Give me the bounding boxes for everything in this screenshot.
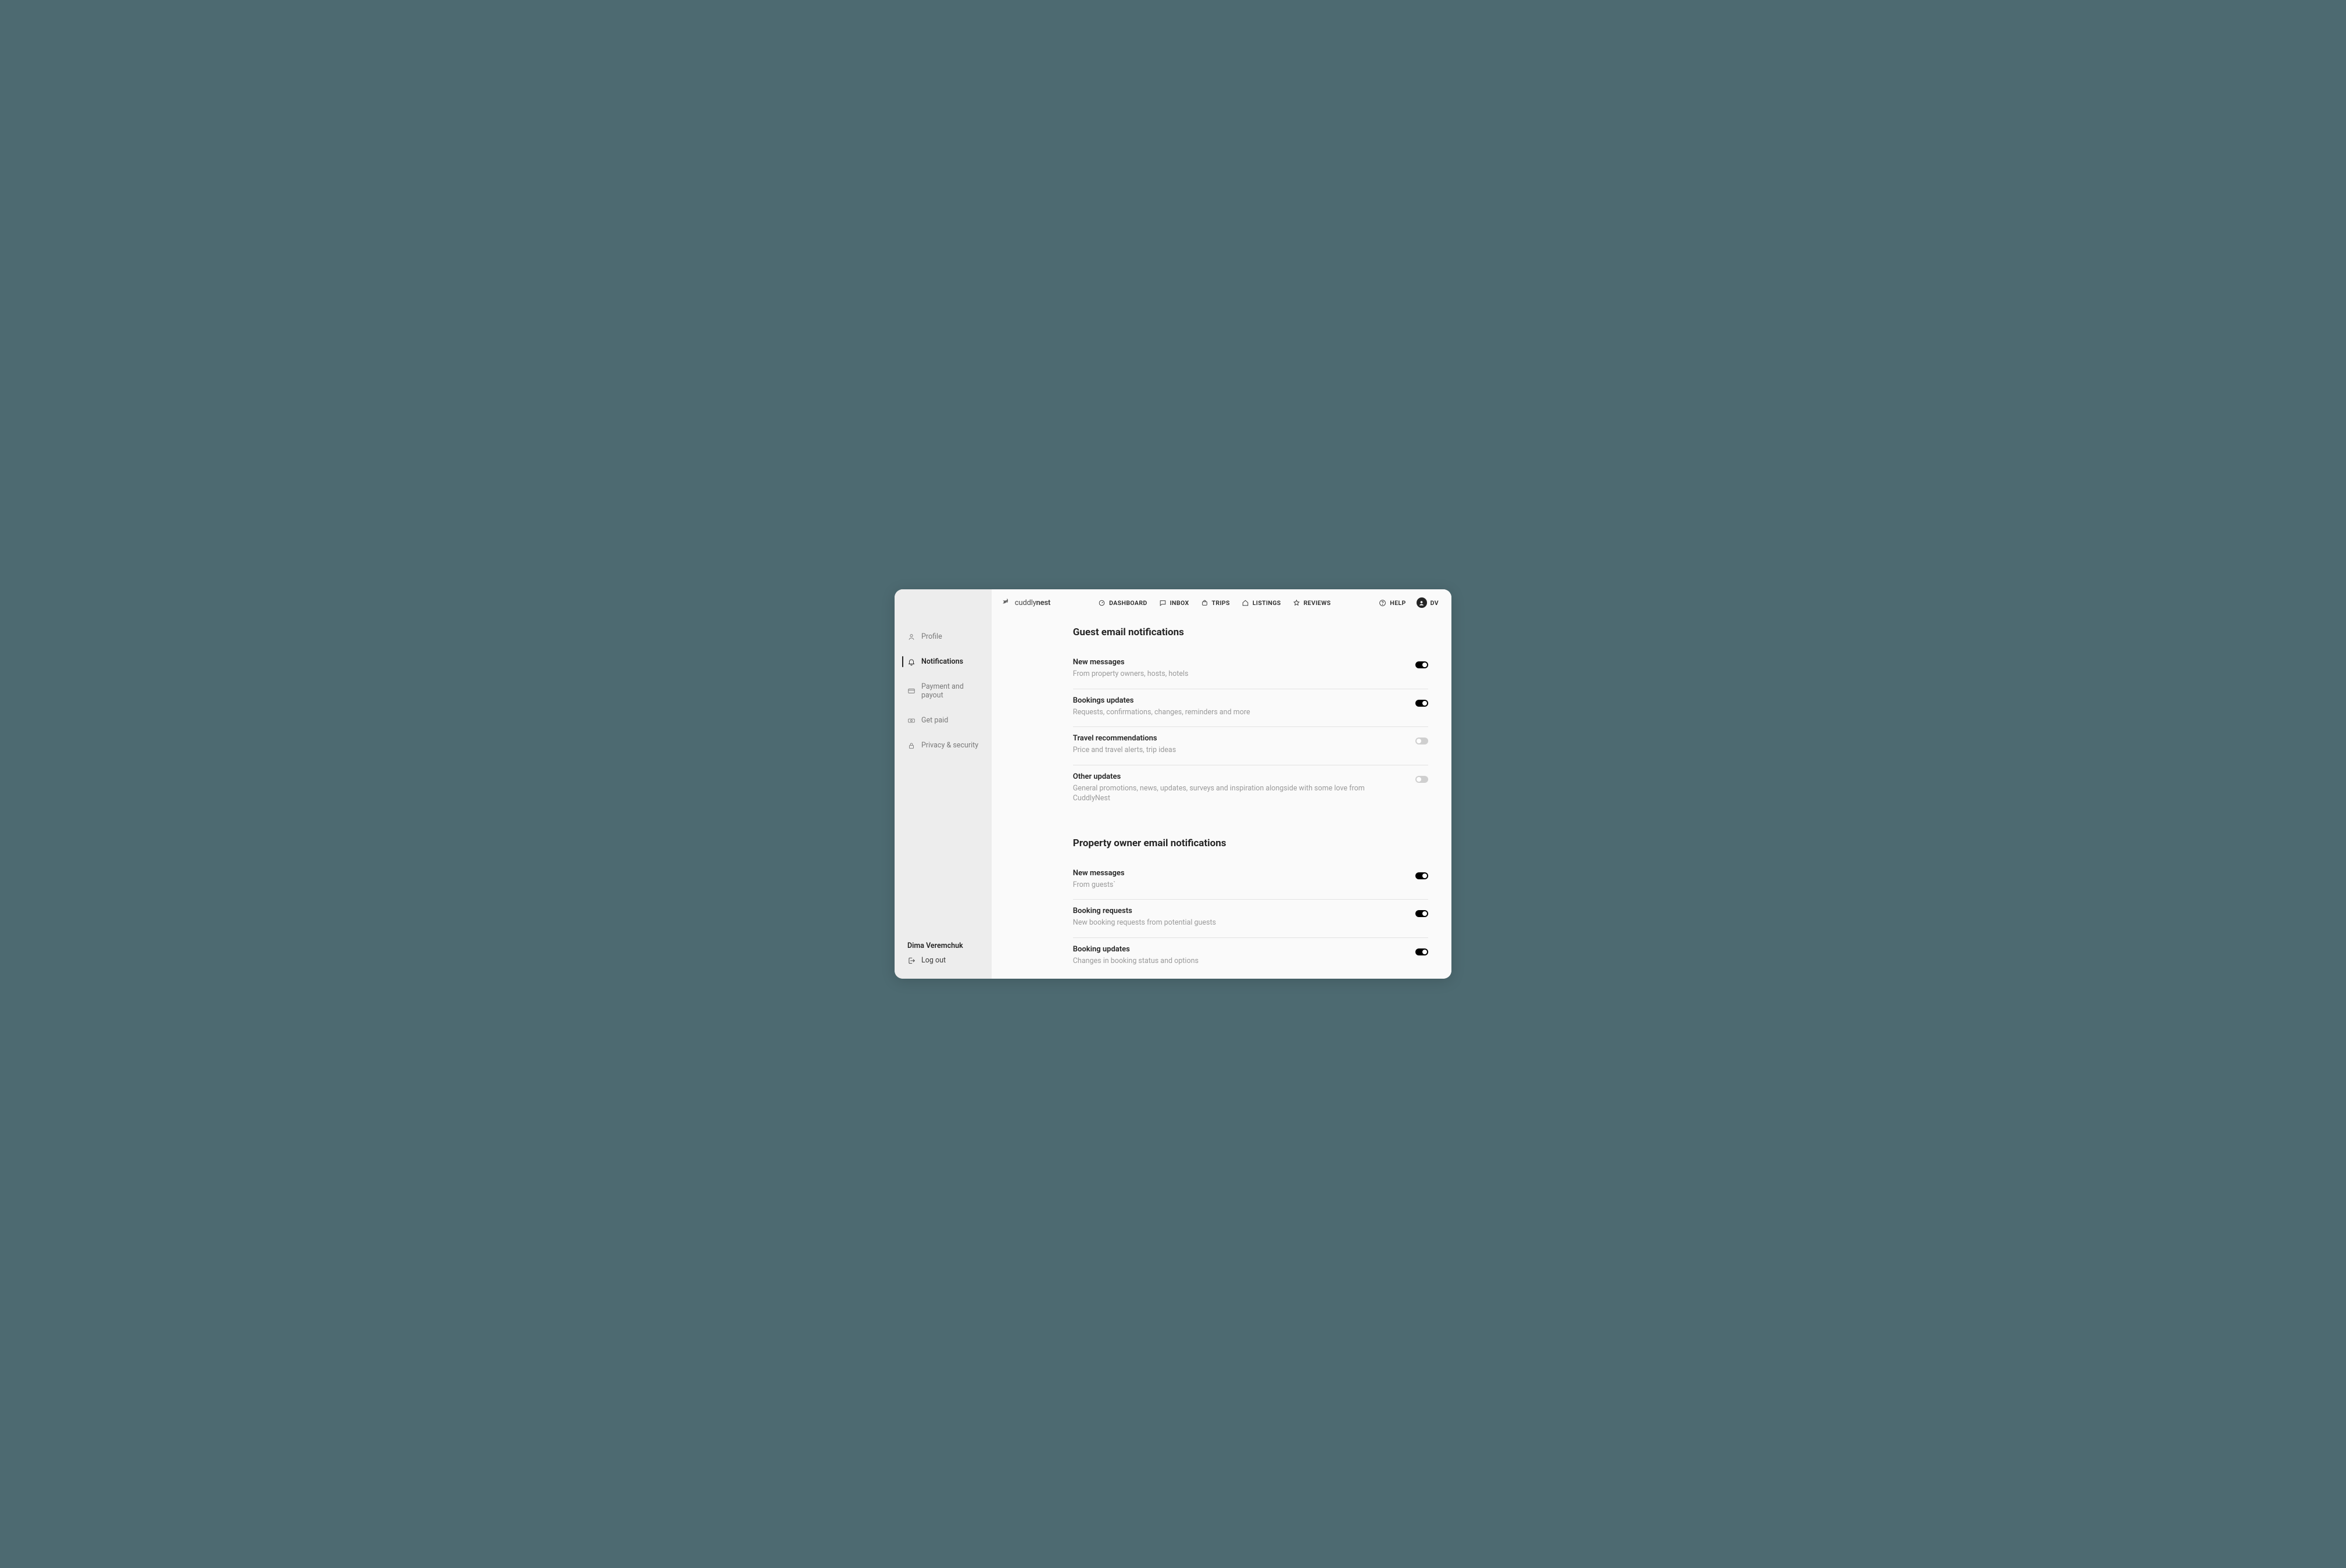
logout-button[interactable]: Log out [907,956,986,965]
sidebar-item-label: Notifications [921,657,963,666]
setting-desc: From property owners, hosts, hotels [1073,669,1392,679]
sidebar-item-payment[interactable]: Payment and payout [895,678,992,704]
suitcase-icon [1201,599,1208,607]
setting-desc: Price and travel alerts, trip ideas [1073,745,1392,756]
guest-section-title: Guest email notifications [1073,627,1428,638]
setting-desc: Changes in booking status and options [1073,956,1392,966]
topnav: DASHBOARD INBOX TRIPS LISTINGS REVIEWS [1098,599,1331,607]
topnav-label: DASHBOARD [1109,599,1147,607]
toggle-guest-bookings-updates[interactable] [1415,700,1428,707]
sidebar-item-label: Privacy & security [921,741,978,750]
setting-title: Booking updates [1073,945,1392,954]
card-icon [907,687,915,695]
lock-icon [907,742,915,750]
sidebar-item-privacy[interactable]: Privacy & security [895,736,992,754]
setting-desc: General promotions, news, updates, surve… [1073,783,1392,804]
setting-row-owner-new-messages: New messages From guests` [1073,862,1428,900]
toggle-guest-new-messages[interactable] [1415,661,1428,668]
setting-row-guest-bookings-updates: Bookings updates Requests, confirmations… [1073,689,1428,728]
toggle-guest-travel-recs[interactable] [1415,738,1428,744]
setting-title: Other updates [1073,772,1392,781]
sidebar-item-label: Get paid [921,716,948,725]
topnav-trips[interactable]: TRIPS [1201,599,1230,607]
topbar: cuddlynest DASHBOARD INBOX TRIPS LISTIN [992,589,1451,616]
owner-section-title: Property owner email notifications [1073,837,1428,849]
content: Guest email notifications New messages F… [992,616,1451,979]
chat-icon [1159,599,1167,607]
topnav-reviews[interactable]: REVIEWS [1293,599,1331,607]
topnav-help[interactable]: HELP [1379,599,1406,607]
star-icon [1293,599,1300,607]
home-icon [1242,599,1249,607]
brand-logo-icon [1001,597,1011,608]
setting-desc: Requests, confirmations, changes, remind… [1073,707,1392,718]
toggle-owner-booking-updates[interactable] [1415,948,1428,955]
setting-desc: From guests` [1073,880,1392,890]
topnav-inbox[interactable]: INBOX [1159,599,1189,607]
owner-settings-list: New messages From guests` Booking reques… [1073,862,1428,976]
help-icon [1379,599,1386,607]
user-menu[interactable]: DV [1417,597,1439,608]
topnav-label: REVIEWS [1304,599,1331,607]
sidebar-item-label: Profile [921,632,942,641]
setting-row-guest-new-messages: New messages From property owners, hosts… [1073,651,1428,689]
topnav-label: INBOX [1170,599,1189,607]
logout-icon [907,957,915,965]
brand[interactable]: cuddlynest [1001,597,1050,608]
sidebar-item-notifications[interactable]: Notifications [895,653,992,671]
topnav-label: TRIPS [1212,599,1230,607]
setting-desc: New booking requests from potential gues… [1073,918,1392,928]
brand-wordmark: cuddlynest [1015,599,1050,607]
main: cuddlynest DASHBOARD INBOX TRIPS LISTIN [992,589,1451,979]
topnav-label: LISTINGS [1253,599,1281,607]
setting-title: New messages [1073,658,1392,667]
toggle-owner-booking-requests[interactable] [1415,910,1428,917]
dashboard-icon [1098,599,1106,607]
setting-row-owner-booking-updates: Booking updates Changes in booking statu… [1073,938,1428,976]
setting-row-guest-other-updates: Other updates General promotions, news, … [1073,765,1428,813]
sidebar-nav: Profile Notifications Payment and payout [895,628,992,754]
topnav-listings[interactable]: LISTINGS [1242,599,1281,607]
sidebar-item-label: Payment and payout [921,682,986,700]
toggle-owner-new-messages[interactable] [1415,872,1428,879]
user-icon [907,633,915,641]
topnav-label: HELP [1390,599,1406,607]
sidebar-item-profile[interactable]: Profile [895,628,992,646]
setting-title: New messages [1073,869,1392,878]
sidebar-item-get-paid[interactable]: Get paid [895,711,992,729]
bell-icon [907,658,915,666]
toggle-guest-other-updates[interactable] [1415,776,1428,783]
topnav-dashboard[interactable]: DASHBOARD [1098,599,1147,607]
logout-label: Log out [921,956,946,965]
guest-settings-list: New messages From property owners, hosts… [1073,651,1428,813]
setting-title: Bookings updates [1073,696,1392,705]
app-window: Profile Notifications Payment and payout [895,589,1451,979]
sidebar: Profile Notifications Payment and payout [895,589,992,979]
avatar-icon [1417,597,1427,608]
setting-title: Travel recommendations [1073,734,1392,743]
avatar-initials: DV [1431,599,1439,607]
setting-row-guest-travel-recs: Travel recommendations Price and travel … [1073,727,1428,765]
money-icon [907,717,915,725]
setting-title: Booking requests [1073,907,1392,915]
setting-row-owner-booking-requests: Booking requests New booking requests fr… [1073,900,1428,938]
sidebar-user-name: Dima Veremchuk [907,941,986,950]
